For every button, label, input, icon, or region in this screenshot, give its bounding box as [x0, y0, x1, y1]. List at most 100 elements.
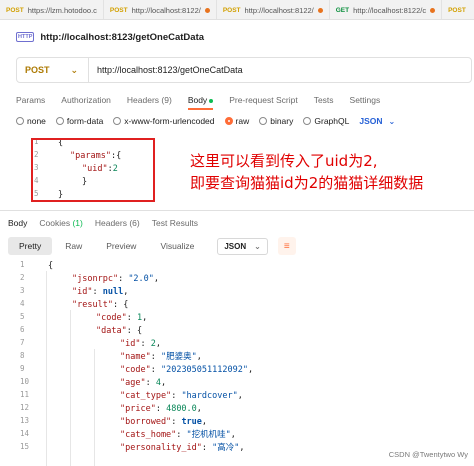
code-line: "id": null,	[72, 286, 128, 299]
json-key: "code"	[120, 365, 151, 375]
tab-settings[interactable]: Settings	[350, 95, 381, 105]
tab-label: Headers (6)	[94, 218, 140, 228]
tab-method: POST	[222, 6, 241, 14]
request-tab[interactable]: POST https://lzm.hotodoo.c	[0, 0, 104, 19]
indent-guide	[46, 271, 47, 466]
body-type-selector: none form-data x-www-form-urlencoded raw bin…	[16, 114, 395, 128]
json-punct: ,	[196, 404, 202, 414]
json-punct: :	[150, 365, 161, 375]
tab-count: (1)	[72, 218, 83, 228]
view-pretty-button[interactable]: Pretty	[8, 237, 53, 255]
json-key: "result"	[72, 300, 113, 310]
radio-icon	[259, 117, 268, 125]
json-punct: ,	[153, 274, 160, 284]
line-number: 2	[20, 273, 25, 282]
tab-label: http://localhost:8122/	[131, 5, 201, 15]
unsaved-dot-icon	[430, 7, 436, 13]
tab-headers-[interactable]: Headers (9)	[127, 95, 172, 105]
http-icon: HTTP	[16, 32, 35, 42]
body-type-form-data[interactable]: form-data	[55, 116, 104, 126]
json-punct: ,	[237, 391, 243, 401]
json-punct: :	[145, 378, 156, 388]
json-punct: :	[92, 287, 103, 297]
tab-label: Body	[187, 95, 208, 105]
tab-method: GET	[335, 6, 350, 14]
body-type-graphql[interactable]: GraphQL	[303, 116, 349, 126]
line-number: 4	[20, 299, 25, 308]
tab-label: Test Results	[151, 218, 199, 228]
request-title[interactable]: http://localhost:8123/getOneCatData	[40, 32, 204, 43]
body-type-none[interactable]: none	[16, 116, 46, 126]
json-key: "cats_home"	[120, 430, 177, 440]
method-select[interactable]: POST ⌄	[17, 58, 89, 82]
tab-method: POST	[448, 6, 466, 14]
json-punct: ,	[155, 339, 161, 349]
body-language-select[interactable]: JSON ⌄	[359, 116, 395, 126]
radio-label: form-data	[66, 116, 104, 126]
response-tab-body[interactable]: Body	[8, 218, 27, 228]
line-number: 3	[20, 286, 25, 295]
tab-strip: POST https://lzm.hotodoo.c POST http://loca…	[0, 0, 474, 20]
request-tab[interactable]: POST	[442, 0, 474, 19]
code-line: "cats_home": "挖机机哇",	[120, 429, 236, 442]
tab-pre-request-script[interactable]: Pre-request Script	[229, 95, 298, 105]
json-punct: :	[171, 417, 182, 427]
radio-icon	[303, 117, 312, 125]
tab-authorization[interactable]: Authorization	[61, 95, 111, 105]
request-tab[interactable]: POST http://localhost:8122/	[104, 0, 217, 19]
view-raw-button[interactable]: Raw	[54, 237, 93, 255]
tab-tests[interactable]: Tests	[314, 95, 334, 105]
request-tab[interactable]: POST http://localhost:8122/	[217, 0, 330, 19]
response-tab-headers-[interactable]: Headers (6)	[95, 218, 140, 228]
request-tab[interactable]: GET http://localhost:8122/c	[330, 0, 443, 19]
unsaved-dot-icon	[317, 7, 323, 13]
code-line: "code": 1,	[96, 312, 147, 325]
body-type-raw[interactable]: raw	[224, 116, 249, 126]
tab-label: Headers (9)	[126, 95, 172, 105]
line-number: 5	[20, 312, 25, 321]
json-punct: :	[176, 430, 187, 440]
tab-label: http://localhost:8122/	[244, 5, 314, 15]
code-line: "data": {	[96, 325, 142, 338]
response-body-viewer[interactable]: 1 {2 "jsonrpc": "2.0", 3 "id": null, 4 "result…	[0, 258, 474, 466]
wrap-lines-icon[interactable]: ≡	[277, 237, 296, 255]
line-number: 12	[20, 403, 30, 412]
tab-method: POST	[6, 6, 24, 14]
tab-params[interactable]: Params	[16, 95, 45, 105]
json-punct: :	[126, 313, 137, 323]
json-value: "高冷"	[212, 443, 240, 453]
json-punct: ,	[239, 443, 245, 453]
code-line: "cat_type": "hardcover",	[120, 390, 243, 403]
json-punct: :	[150, 352, 161, 362]
view-preview-button[interactable]: Preview	[95, 237, 147, 255]
request-tabs: Params Authorization Headers (9) Body Pre-re…	[16, 92, 381, 110]
url-input[interactable]: http://localhost:8123/getOneCatData	[89, 65, 243, 75]
json-punct: ,	[230, 430, 236, 440]
radio-label: GraphQL	[314, 116, 350, 126]
response-tab-cookies[interactable]: Cookies (1)	[39, 218, 82, 228]
line-number: 13	[20, 416, 30, 425]
response-tabs: Body Cookies (1) Headers (6) Test Results	[8, 218, 198, 228]
json-key: "code"	[96, 313, 127, 323]
json-punct: ,	[123, 287, 129, 297]
json-punct: :	[118, 274, 129, 284]
chevron-down-icon: ⌄	[254, 241, 261, 251]
response-language-select[interactable]: JSON ⌄	[217, 237, 268, 255]
view-visualize-button[interactable]: Visualize	[149, 237, 205, 255]
body-type-binary[interactable]: binary	[259, 116, 293, 126]
json-value: "hardcover"	[181, 391, 238, 401]
indent-guide	[70, 310, 71, 466]
json-value: "202305051112092"	[160, 365, 248, 375]
annotation-line-2: 即要查询猫猫id为2的猫猫详细数据	[190, 174, 424, 192]
json-punct: :	[140, 339, 151, 349]
chevron-down-icon: ⌄	[388, 116, 396, 126]
unsaved-dot-icon	[204, 7, 210, 13]
tab-body[interactable]: Body	[187, 95, 214, 110]
body-type-x-www-form-urlencoded[interactable]: x-www-form-urlencoded	[113, 116, 215, 126]
response-tab-test-results[interactable]: Test Results	[152, 218, 198, 228]
json-punct: {	[48, 261, 54, 271]
code-line: "code": "202305051112092",	[120, 364, 253, 377]
tab-method: POST	[109, 6, 128, 14]
code-line: "age": 4,	[120, 377, 166, 390]
json-punct: ,	[196, 352, 202, 362]
